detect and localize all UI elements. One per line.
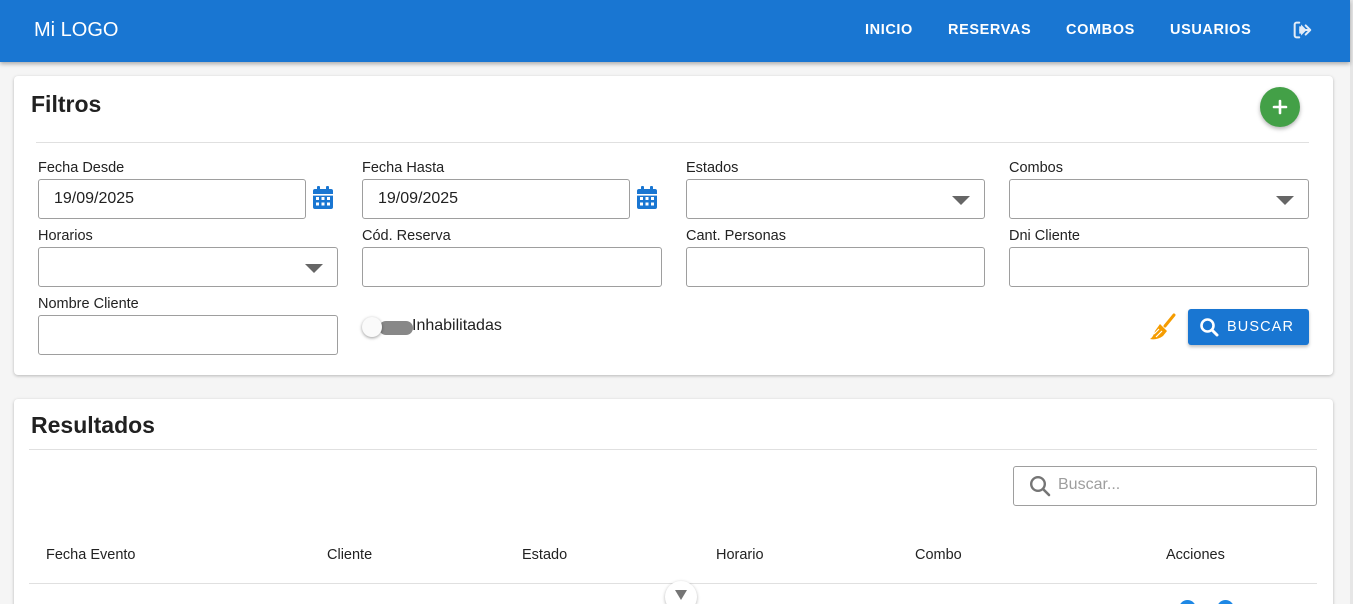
combos-label: Combos [1009, 160, 1063, 176]
calendar-icon[interactable] [636, 186, 658, 210]
estados-label: Estados [686, 160, 739, 176]
chevron-down-icon [952, 196, 970, 205]
results-divider [29, 449, 1317, 450]
broom-icon[interactable] [1148, 312, 1178, 342]
results-search-input[interactable] [1058, 476, 1308, 494]
column-header-acciones: Acciones [1166, 547, 1225, 563]
nav-link-combos[interactable]: COMBOS [1066, 22, 1135, 38]
chevron-down-icon [1276, 196, 1294, 205]
inhabilitadas-toggle[interactable] [379, 321, 413, 335]
column-header-cliente[interactable]: Cliente [327, 547, 372, 563]
search-icon [1200, 318, 1219, 337]
cod-reserva-label: Cód. Reserva [362, 228, 451, 244]
column-header-combo[interactable]: Combo [915, 547, 962, 563]
nombre-cliente-label: Nombre Cliente [38, 296, 139, 312]
navbar: Mi LOGO INICIO RESERVAS COMBOS USUARIOS [0, 0, 1350, 62]
calendar-icon[interactable] [312, 186, 334, 210]
fecha-hasta-input[interactable]: 19/09/2025 [362, 179, 630, 219]
results-card: Resultados Fecha Evento Cliente Estado H… [14, 399, 1333, 604]
scroll-down-button[interactable] [665, 581, 697, 604]
fecha-desde-input[interactable]: 19/09/2025 [38, 179, 306, 219]
fecha-desde-label: Fecha Desde [38, 160, 125, 176]
estados-select[interactable] [686, 179, 985, 219]
inhabilitadas-toggle-knob[interactable] [362, 317, 382, 337]
logout-icon[interactable] [1291, 19, 1313, 41]
nav-link-usuarios[interactable]: USUARIOS [1170, 22, 1251, 38]
fecha-hasta-label: Fecha Hasta [362, 160, 445, 176]
nav-link-inicio[interactable]: INICIO [865, 22, 913, 38]
search-button[interactable]: BUSCAR [1188, 309, 1309, 345]
chevron-down-icon [305, 264, 323, 273]
column-header-fecha-evento[interactable]: Fecha Evento [46, 547, 135, 563]
inhabilitadas-label: Inhabilitadas [412, 317, 502, 334]
horarios-label: Horarios [38, 228, 93, 244]
results-title: Resultados [31, 412, 155, 438]
add-button[interactable] [1260, 87, 1300, 127]
filters-title: Filtros [31, 91, 102, 117]
column-header-horario[interactable]: Horario [716, 547, 764, 563]
filters-divider [36, 142, 1309, 143]
search-icon [1029, 475, 1051, 497]
results-search-field[interactable] [1013, 466, 1317, 506]
logo[interactable]: Mi LOGO [34, 19, 118, 42]
filters-card: Filtros Fecha Desde 19/09/2025 Fecha Has… [14, 76, 1333, 375]
cod-reserva-input[interactable] [362, 247, 662, 287]
plus-icon [1272, 99, 1288, 115]
horarios-select[interactable] [38, 247, 338, 287]
action-icon[interactable] [1217, 600, 1234, 604]
dni-cliente-label: Dni Cliente [1009, 228, 1080, 244]
dni-cliente-input[interactable] [1009, 247, 1309, 287]
search-button-label: BUSCAR [1227, 319, 1295, 335]
nombre-cliente-input[interactable] [38, 315, 338, 355]
cant-personas-input[interactable] [686, 247, 985, 287]
chevron-down-icon [675, 590, 687, 600]
column-header-estado[interactable]: Estado [522, 547, 567, 563]
action-icon[interactable] [1179, 600, 1196, 604]
combos-select[interactable] [1009, 179, 1309, 219]
nav-link-reservas[interactable]: RESERVAS [948, 22, 1031, 38]
cant-personas-label: Cant. Personas [686, 228, 786, 244]
